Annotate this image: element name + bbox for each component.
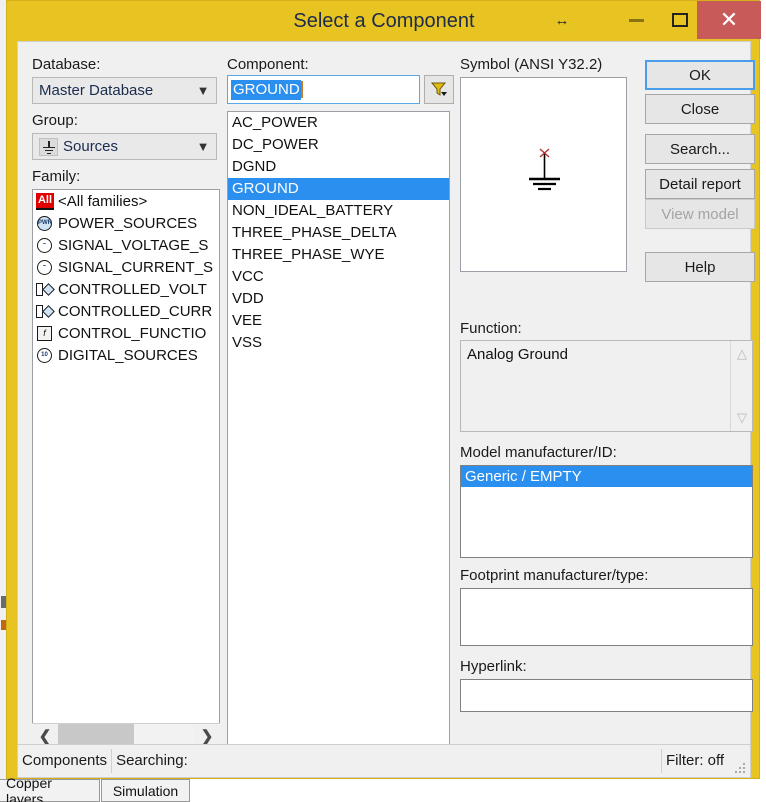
database-dropdown[interactable]: Master Database ▼ [32,77,217,104]
scroll-up-icon[interactable]: △ [731,343,753,365]
component-list-rows: AC_POWER DC_POWER DGND GROUND NON_IDEAL_BATT… [228,112,449,354]
horizontal-resize-cursor: ↔ [554,12,570,29]
tab-simulation[interactable]: Simulation [101,779,190,802]
footprint-value [461,589,752,610]
bottom-tab-bar: Copper layers Simulation [0,775,766,802]
family-list-item[interactable]: All <All families> [33,190,219,212]
dialog-client-area: Database: Master Database ▼ Group: Sourc… [17,41,755,768]
component-search-input[interactable]: GROUND [227,75,420,104]
scroll-down-icon[interactable]: ▽ [731,407,753,429]
symbol-preview [460,77,627,272]
family-item-label: DIGITAL_SOURCES [58,346,198,364]
scroll-right-icon[interactable]: ❯ [194,727,220,745]
family-item-label: CONTROLLED_CURR [58,302,213,320]
family-list-item[interactable]: CONTROLLED_CURR [33,300,219,322]
status-components: Components [22,752,108,769]
power-sources-icon: PWR [36,215,54,232]
controlled-voltage-source-icon [36,281,55,298]
family-list[interactable]: All <All families> PWR POWER_SOURCES ~ SIGNAL… [32,189,220,724]
family-item-label: SIGNAL_CURRENT_S [58,258,214,276]
database-label: Database: [32,56,101,73]
component-list-item[interactable]: THREE_PHASE_WYE [228,244,449,266]
hyperlink-value [461,680,752,701]
family-list-item[interactable]: 10 DIGITAL_SOURCES [33,344,219,366]
ground-symbol [529,148,560,191]
digital-sources-icon: 10 [36,347,54,364]
function-scrollbar[interactable]: △ ▽ [730,341,752,431]
chevron-down-icon: ▼ [196,139,210,154]
ok-button[interactable]: OK [645,60,755,90]
symbol-label: Symbol (ANSI Y32.2) [460,56,603,73]
family-item-label: <All families> [58,192,148,210]
component-list-item[interactable]: VSS [228,332,449,354]
model-list[interactable]: Generic / EMPTY [460,465,753,558]
signal-voltage-source-icon: ~ [36,237,54,254]
status-bar: Components Searching: Filter: off [17,744,751,778]
component-list-item[interactable]: THREE_PHASE_DELTA [228,222,449,244]
ground-symbol-icon [39,137,58,156]
hyperlink-field[interactable] [460,679,753,712]
family-list-rows: All <All families> PWR POWER_SOURCES ~ SIGNAL… [33,190,219,366]
component-list-item[interactable]: DGND [228,156,449,178]
component-label: Component: [227,56,309,73]
control-function-icon: f [36,325,54,342]
component-list-item[interactable]: VEE [228,310,449,332]
controlled-current-source-icon [36,303,55,320]
family-label: Family: [32,168,81,185]
filter-funnel-button[interactable] [424,75,454,104]
filter-funnel-icon [430,82,447,96]
component-list-item[interactable]: VCC [228,266,449,288]
close-dialog-button[interactable]: Close [645,94,755,124]
model-label: Model manufacturer/ID: [460,444,617,461]
function-label: Function: [460,320,522,337]
group-dropdown[interactable]: Sources ▼ [32,133,217,160]
status-searching: Searching: [116,752,188,769]
component-list-item[interactable]: AC_POWER [228,112,449,134]
maximize-icon [672,13,688,27]
group-label: Group: [32,112,78,129]
minimize-icon [628,18,644,22]
signal-current-source-icon: ~ [36,259,54,276]
scroll-left-icon[interactable]: ❮ [32,727,58,745]
component-list-item[interactable]: VDD [228,288,449,310]
view-model-button: View model [645,199,755,229]
function-panel: Analog Ground △ ▽ [460,340,753,432]
family-list-item[interactable]: f CONTROL_FUNCTIO [33,322,219,344]
function-value: Analog Ground [467,346,568,363]
search-button[interactable]: Search... [645,134,755,164]
screen: Select a Component ↔ ✕ Database: Master … [0,0,766,802]
component-list-item[interactable]: GROUND [228,178,449,200]
minimize-button[interactable] [613,1,659,39]
component-search-value: GROUND [231,79,301,100]
family-list-item[interactable]: ~ SIGNAL_VOLTAGE_S [33,234,219,256]
component-list[interactable]: AC_POWER DC_POWER DGND GROUND NON_IDEAL_BATT… [227,111,450,756]
component-list-item[interactable]: NON_IDEAL_BATTERY [228,200,449,222]
detail-report-button[interactable]: Detail report [645,169,755,199]
select-component-dialog: Select a Component ↔ ✕ Database: Master … [6,0,761,779]
family-item-label: CONTROLLED_VOLT [58,280,207,298]
all-families-icon: All [36,192,54,210]
title-bar: Select a Component ↔ ✕ [7,1,761,42]
footprint-label: Footprint manufacturer/type: [460,567,649,584]
family-item-label: POWER_SOURCES [58,214,198,232]
chevron-down-icon: ▼ [196,83,210,98]
family-item-label: CONTROL_FUNCTIO [58,324,207,342]
resize-grip-icon[interactable] [735,763,747,775]
text-caret [300,81,303,98]
family-list-item[interactable]: ~ SIGNAL_CURRENT_S [33,256,219,278]
component-list-item[interactable]: DC_POWER [228,134,449,156]
database-value: Master Database [39,82,154,99]
family-list-item[interactable]: CONTROLLED_VOLT [33,278,219,300]
close-button[interactable]: ✕ [697,1,761,39]
model-list-item[interactable]: Generic / EMPTY [461,466,752,487]
tab-copper-layers[interactable]: Copper layers [0,775,100,802]
footprint-field[interactable] [460,588,753,646]
hyperlink-label: Hyperlink: [460,658,527,675]
family-item-label: SIGNAL_VOLTAGE_S [58,236,209,254]
group-value: Sources [63,138,119,155]
family-list-item[interactable]: PWR POWER_SOURCES [33,212,219,234]
help-button[interactable]: Help [645,252,755,282]
